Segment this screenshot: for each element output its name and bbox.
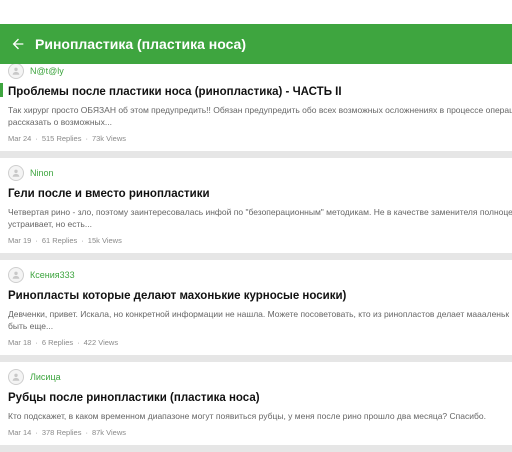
meta-separator: ·: [77, 337, 80, 347]
author-row: Лисица: [8, 366, 512, 388]
topic-meta: Mar 18 · 6 Replies · 422 Views: [8, 336, 512, 348]
page-title: Ринопластика (пластика носа): [35, 36, 246, 52]
topic-title[interactable]: Рубцы после ринопластики (пластика носа): [8, 390, 512, 406]
view-count: 73k Views: [91, 133, 126, 143]
topic-date: Mar 24: [8, 133, 32, 143]
avatar[interactable]: [8, 369, 24, 385]
author-name[interactable]: Лисица: [30, 372, 61, 382]
topic-title[interactable]: Гели после и вместо ринопластики: [8, 186, 512, 202]
excerpt-line: рассказать о возможных...: [8, 117, 112, 127]
topic-meta: Mar 24 · 515 Replies · 73k Views: [8, 132, 512, 144]
meta-separator: ·: [81, 235, 84, 245]
author-row: Ксения333: [8, 264, 512, 286]
author-name[interactable]: Ксения333: [30, 270, 75, 280]
app-bar: Ринопластика (пластика носа): [0, 24, 512, 64]
view-count: 15k Views: [87, 235, 122, 245]
reply-count: 378 Replies: [41, 427, 82, 437]
excerpt-line: Так хирург просто ОБЯЗАН об этом предупр…: [8, 105, 512, 115]
topic-card[interactable]: Ninon Гели после и вместо ринопластики Ч…: [0, 158, 512, 253]
divider: [0, 355, 512, 362]
meta-separator: ·: [85, 133, 88, 143]
reply-count: 515 Replies: [41, 133, 82, 143]
author-name[interactable]: Ninon: [30, 168, 54, 178]
divider: [0, 151, 512, 158]
excerpt-line: устраивает, но есть...: [8, 219, 92, 229]
topic-card[interactable]: N@t@ly Проблемы после пластики носа (рин…: [0, 64, 512, 151]
topic-list[interactable]: N@t@ly Проблемы после пластики носа (рин…: [0, 64, 512, 452]
view-count: 87k Views: [91, 427, 126, 437]
topic-excerpt: Четвертая рино - зло, поэтому заинтересо…: [8, 206, 512, 230]
user-icon: [12, 271, 20, 279]
divider: [0, 253, 512, 260]
excerpt-line: Четвертая рино - зло, поэтому заинтересо…: [8, 207, 512, 217]
avatar[interactable]: [8, 267, 24, 283]
author-row: N@t@ly: [8, 64, 512, 82]
meta-separator: ·: [35, 337, 38, 347]
divider: [0, 445, 512, 452]
topic-title[interactable]: Ринопласты которые делают махонькие курн…: [8, 288, 512, 304]
meta-separator: ·: [35, 235, 38, 245]
topic-excerpt: Так хирург просто ОБЯЗАН об этом предупр…: [8, 104, 512, 128]
excerpt-line: быть еще...: [8, 321, 54, 331]
topic-date: Mar 19: [8, 235, 32, 245]
excerpt-line: Кто подскажет, в каком временном диапазо…: [8, 411, 486, 421]
reply-count: 61 Replies: [41, 235, 78, 245]
excerpt-line: Девченки, привет. Искала, но конкретной …: [8, 309, 510, 319]
user-icon: [12, 67, 20, 75]
topic-date: Mar 18: [8, 337, 32, 347]
avatar[interactable]: [8, 64, 24, 79]
user-icon: [12, 373, 20, 381]
avatar[interactable]: [8, 165, 24, 181]
back-button[interactable]: [0, 24, 36, 64]
meta-separator: ·: [35, 427, 38, 437]
author-row: Ninon: [8, 162, 512, 184]
meta-separator: ·: [35, 133, 38, 143]
user-icon: [12, 169, 20, 177]
reply-count: 6 Replies: [41, 337, 74, 347]
topic-excerpt: Девченки, привет. Искала, но конкретной …: [8, 308, 512, 332]
topic-card[interactable]: Ксения333 Ринопласты которые делают махо…: [0, 260, 512, 355]
topic-meta: Mar 14 · 378 Replies · 87k Views: [8, 426, 512, 438]
topic-title[interactable]: Проблемы после пластики носа (ринопласти…: [8, 84, 512, 100]
unread-indicator: [0, 83, 3, 97]
author-name[interactable]: N@t@ly: [30, 66, 64, 76]
topic-meta: Mar 19 · 61 Replies · 15k Views: [8, 234, 512, 246]
meta-separator: ·: [85, 427, 88, 437]
topic-excerpt: Кто подскажет, в каком временном диапазо…: [8, 410, 512, 422]
topic-date: Mar 14: [8, 427, 32, 437]
view-count: 422 Views: [83, 337, 119, 347]
arrow-left-icon: [12, 38, 24, 50]
topic-card[interactable]: Лисица Рубцы после ринопластики (пластик…: [0, 362, 512, 445]
